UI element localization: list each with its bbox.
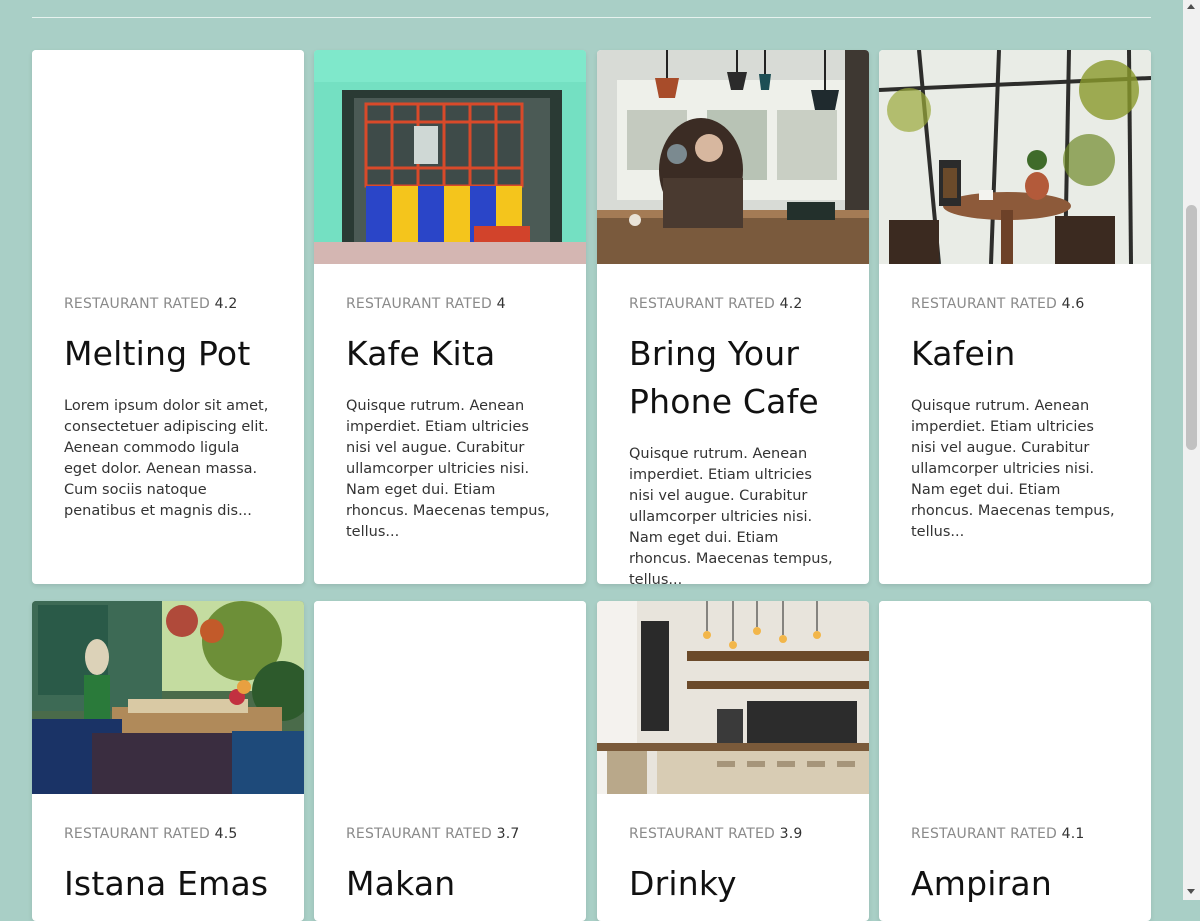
restaurant-card-istana-emas[interactable]: RESTAURANT RATED 4.5 Istana Emas [32, 601, 304, 921]
restaurant-description: Quisque rutrum. Aenean imperdiet. Etiam … [629, 446, 833, 584]
restaurant-name[interactable]: Bring Your Phone Cafe [629, 330, 837, 426]
restaurant-image-garden-patio [32, 601, 304, 794]
restaurant-image-greenhouse-table [879, 50, 1151, 264]
rating-value: 4.6 [1061, 296, 1085, 312]
restaurant-image-blank [32, 50, 304, 264]
rating-prefix: RESTAURANT RATED [346, 296, 492, 312]
rating-prefix: RESTAURANT RATED [346, 826, 492, 842]
rating-prefix: RESTAURANT RATED [911, 296, 1057, 312]
restaurant-rating: RESTAURANT RATED 4 [346, 296, 554, 312]
restaurant-name[interactable]: Istana Emas [64, 860, 272, 908]
restaurant-image-blank [879, 601, 1151, 794]
restaurant-image-cafe-interior [597, 50, 869, 264]
restaurant-description: Quisque rutrum. Aenean imperdiet. Etiam … [346, 398, 550, 540]
vertical-scrollbar[interactable] [1183, 0, 1200, 900]
restaurant-name[interactable]: Drinky [629, 860, 837, 908]
restaurant-card-ampiran[interactable]: RESTAURANT RATED 4.1 Ampiran [879, 601, 1151, 921]
restaurant-card-makan[interactable]: RESTAURANT RATED 3.7 Makan [314, 601, 586, 921]
scroll-down-arrow-icon[interactable] [1187, 889, 1195, 894]
rating-value: 3.7 [496, 826, 520, 842]
restaurant-rating: RESTAURANT RATED 4.5 [64, 826, 272, 842]
restaurant-name[interactable]: Kafein [911, 330, 1119, 378]
restaurant-name[interactable]: Melting Pot [64, 330, 272, 378]
restaurant-image-storefront [314, 50, 586, 264]
scrollbar-thumb[interactable] [1186, 205, 1197, 450]
restaurant-description: Quisque rutrum. Aenean imperdiet. Etiam … [911, 398, 1115, 540]
restaurant-rating: RESTAURANT RATED 3.9 [629, 826, 837, 842]
rating-value: 4.1 [1061, 826, 1085, 842]
rating-prefix: RESTAURANT RATED [911, 826, 1057, 842]
rating-value: 3.9 [779, 826, 803, 842]
restaurant-rating: RESTAURANT RATED 4.6 [911, 296, 1119, 312]
rating-value: 4.5 [214, 826, 238, 842]
restaurant-description: Lorem ipsum dolor sit amet, consectetuer… [64, 398, 269, 519]
rating-prefix: RESTAURANT RATED [64, 826, 210, 842]
restaurant-image-coffee-bar [597, 601, 869, 794]
restaurant-rating: RESTAURANT RATED 4.2 [64, 296, 272, 312]
restaurant-card-kafe-kita[interactable]: RESTAURANT RATED 4 Kafe Kita Quisque rut… [314, 50, 586, 584]
rating-prefix: RESTAURANT RATED [629, 296, 775, 312]
restaurant-card-melting-pot[interactable]: RESTAURANT RATED 4.2 Melting Pot Lorem i… [32, 50, 304, 584]
restaurant-card-bring-your-phone-cafe[interactable]: RESTAURANT RATED 4.2 Bring Your Phone Ca… [597, 50, 869, 584]
restaurant-card-kafein[interactable]: RESTAURANT RATED 4.6 Kafein Quisque rutr… [879, 50, 1151, 584]
rating-prefix: RESTAURANT RATED [64, 296, 210, 312]
restaurant-name[interactable]: Ampiran [911, 860, 1119, 908]
restaurant-name[interactable]: Kafe Kita [346, 330, 554, 378]
restaurant-name[interactable]: Makan [346, 860, 554, 908]
restaurant-rating: RESTAURANT RATED 3.7 [346, 826, 554, 842]
restaurant-grid: RESTAURANT RATED 4.2 Melting Pot Lorem i… [0, 0, 1184, 921]
rating-prefix: RESTAURANT RATED [629, 826, 775, 842]
rating-value: 4.2 [214, 296, 238, 312]
restaurant-rating: RESTAURANT RATED 4.2 [629, 296, 837, 312]
restaurant-card-drinky[interactable]: RESTAURANT RATED 3.9 Drinky [597, 601, 869, 921]
restaurant-image-blank [314, 601, 586, 794]
scroll-up-arrow-icon[interactable] [1187, 4, 1195, 9]
rating-value: 4 [496, 296, 506, 312]
rating-value: 4.2 [779, 296, 803, 312]
restaurant-rating: RESTAURANT RATED 4.1 [911, 826, 1119, 842]
